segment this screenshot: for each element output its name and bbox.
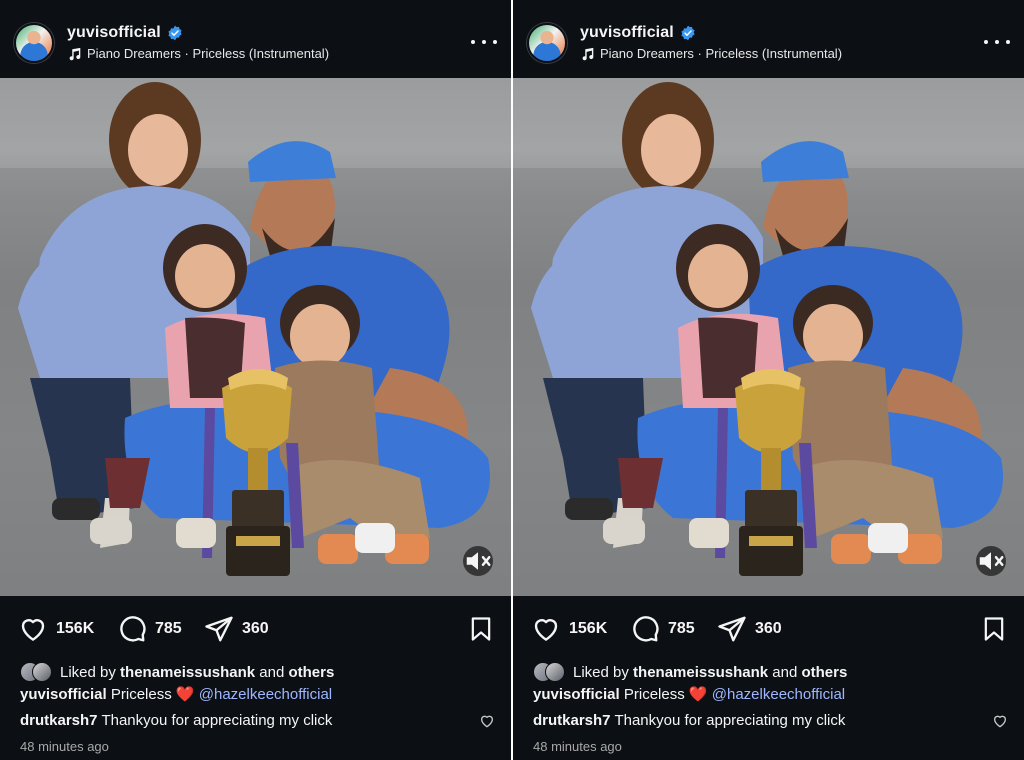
caption-text: Priceless	[623, 686, 685, 703]
like-count: 156K	[56, 620, 95, 637]
top-comment: drutkarsh7 Thankyou for appreciating my …	[20, 712, 495, 729]
share-button[interactable]: 360	[204, 614, 269, 644]
comment-bubble-icon	[633, 616, 659, 642]
audio-track-label: Piano Dreamers · Priceless (Instrumental…	[87, 46, 330, 61]
share-button[interactable]: 360	[717, 614, 782, 644]
heart-icon	[21, 619, 45, 641]
post-photo[interactable]	[0, 78, 511, 596]
heart-icon	[534, 619, 558, 641]
liked-by-joiner: and	[772, 663, 798, 681]
liker-avatar	[32, 662, 52, 682]
liked-by-joiner: and	[259, 663, 285, 681]
comment-count: 785	[155, 620, 182, 637]
instagram-post: yuvisofficial Piano Dreamers · Priceless…	[513, 0, 1024, 760]
red-heart-emoji: ❤️	[688, 686, 708, 703]
caption-mention[interactable]: @hazelkeechofficial	[199, 686, 332, 703]
mute-toggle-button[interactable]	[463, 546, 493, 576]
comment-username[interactable]: drutkarsh7	[533, 712, 611, 729]
post-caption: yuvisofficial Priceless ❤️ @hazelkeechof…	[20, 685, 332, 703]
profile-avatar[interactable]	[14, 23, 54, 63]
post-actions: 156K 785 360	[513, 596, 1024, 658]
like-count: 156K	[569, 620, 608, 637]
music-note-icon	[69, 47, 81, 60]
instagram-post: yuvisofficial Piano Dreamers · Priceless…	[0, 0, 511, 760]
family-trophy-photo	[0, 82, 511, 596]
post-timestamp: 48 minutes ago	[533, 739, 622, 754]
liked-by-row[interactable]: Liked by thenameissushank and others	[533, 662, 847, 682]
liked-by-others[interactable]: others	[288, 664, 334, 681]
music-note-icon	[582, 47, 594, 60]
more-horizontal-icon	[471, 40, 475, 44]
liked-by-text: Liked by thenameissushank and others	[60, 664, 334, 681]
screenshot-collage: yuvisofficial Piano Dreamers · Priceless…	[0, 0, 1024, 760]
post-header: yuvisofficial Piano Dreamers · Priceless…	[513, 0, 1024, 78]
liked-by-prefix: Liked by	[573, 663, 629, 681]
paper-plane-icon	[718, 616, 746, 642]
bookmark-icon[interactable]	[467, 614, 495, 644]
share-count: 360	[242, 620, 269, 637]
liked-by-prefix: Liked by	[60, 663, 116, 681]
caption-username[interactable]: yuvisofficial	[20, 686, 107, 703]
red-heart-emoji: ❤️	[175, 686, 195, 703]
paper-plane-icon	[205, 616, 233, 642]
audio-track[interactable]: Piano Dreamers · Priceless (Instrumental…	[67, 46, 329, 61]
comment-button[interactable]: 785	[630, 614, 695, 644]
more-dot	[995, 40, 999, 44]
liked-by-user[interactable]: thenameissushank	[633, 664, 768, 681]
verified-badge-icon	[681, 25, 695, 41]
share-count: 360	[755, 620, 782, 637]
caption-text: Priceless	[110, 686, 172, 703]
more-options-button[interactable]	[984, 30, 1010, 54]
comment-count: 785	[668, 620, 695, 637]
like-button[interactable]: 156K	[531, 614, 607, 644]
comment-username[interactable]: drutkarsh7	[20, 712, 98, 729]
post-caption: yuvisofficial Priceless ❤️ @hazelkeechof…	[533, 685, 845, 703]
post-header: yuvisofficial Piano Dreamers · Priceless…	[0, 0, 511, 78]
caption-mention[interactable]: @hazelkeechofficial	[712, 686, 845, 703]
liked-by-row[interactable]: Liked by thenameissushank and others	[20, 662, 334, 682]
liked-by-others[interactable]: others	[801, 664, 847, 681]
bookmark-icon[interactable]	[980, 614, 1008, 644]
family-trophy-photo	[513, 82, 1024, 596]
comment-text: Thankyou for appreciating my click	[614, 712, 846, 729]
post-username[interactable]: yuvisofficial	[67, 24, 161, 42]
liked-by-user[interactable]: thenameissushank	[120, 664, 255, 681]
comment-text: Thankyou for appreciating my click	[101, 712, 333, 729]
verified-badge-icon	[168, 25, 182, 41]
audio-track[interactable]: Piano Dreamers · Priceless (Instrumental…	[580, 46, 842, 61]
post-photo[interactable]	[513, 78, 1024, 596]
like-button[interactable]: 156K	[18, 614, 94, 644]
post-actions: 156K 785 360	[0, 596, 511, 658]
liked-by-text: Liked by thenameissushank and others	[573, 664, 847, 681]
speaker-muted-icon	[466, 552, 491, 570]
more-dot	[482, 40, 486, 44]
comment-button[interactable]: 785	[117, 614, 182, 644]
post-timestamp: 48 minutes ago	[20, 739, 109, 754]
comment-bubble-icon	[120, 616, 146, 642]
liker-avatar	[545, 662, 565, 682]
comment-like-heart-icon[interactable]	[479, 713, 495, 729]
speaker-muted-icon	[979, 552, 1004, 570]
top-comment: drutkarsh7 Thankyou for appreciating my …	[533, 712, 1008, 729]
profile-avatar[interactable]	[527, 23, 567, 63]
more-horizontal-icon	[984, 40, 988, 44]
audio-track-label: Piano Dreamers · Priceless (Instrumental…	[600, 46, 843, 61]
more-dot	[1006, 40, 1010, 44]
more-dot	[493, 40, 497, 44]
mute-toggle-button[interactable]	[976, 546, 1006, 576]
caption-username[interactable]: yuvisofficial	[533, 686, 620, 703]
more-options-button[interactable]	[471, 30, 497, 54]
comment-like-heart-icon[interactable]	[992, 713, 1008, 729]
post-username[interactable]: yuvisofficial	[580, 24, 674, 42]
